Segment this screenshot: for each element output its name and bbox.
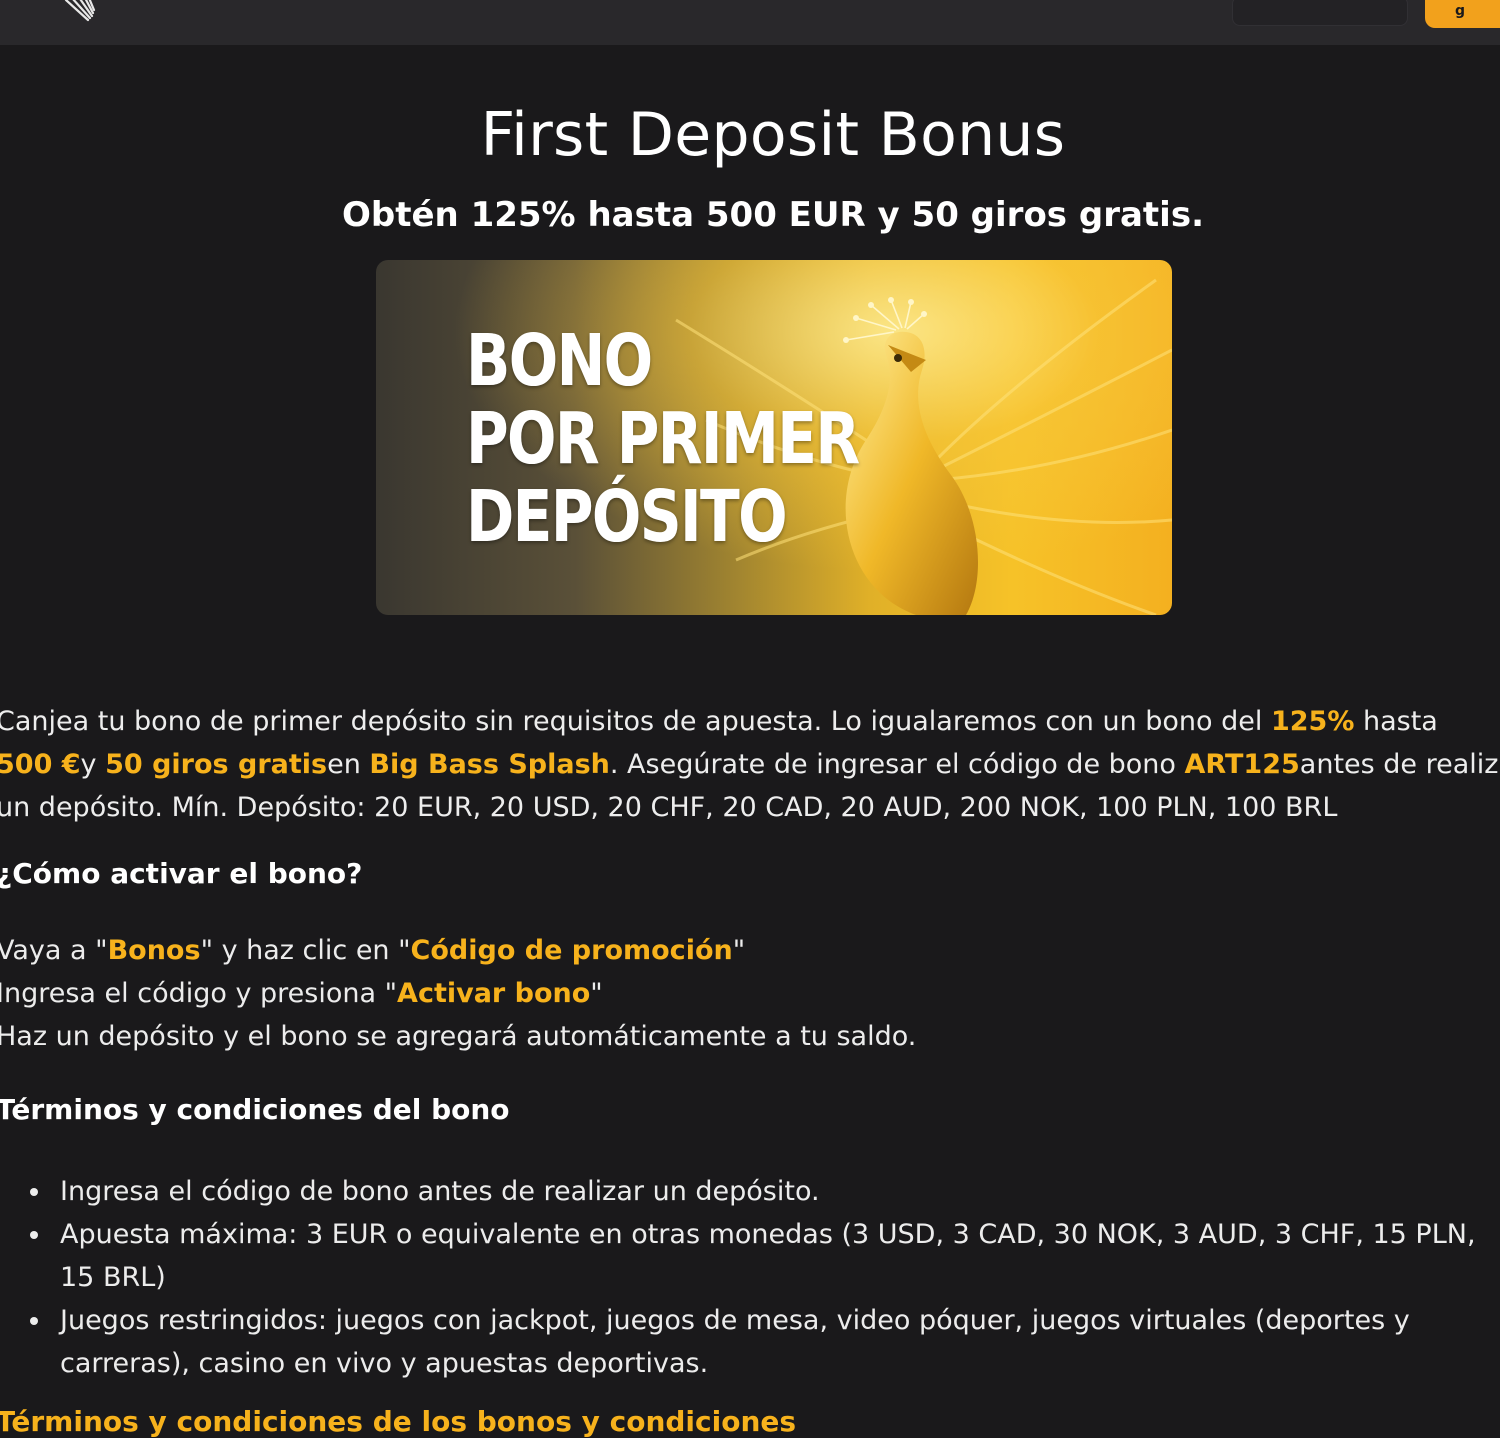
header-register-label: g xyxy=(1454,3,1466,19)
terms-item: Juegos restringidos: juegos con jackpot,… xyxy=(30,1299,1500,1385)
step-3: Haz un depósito y el bono se agregará au… xyxy=(0,1021,917,1052)
intro-line-3: un depósito. Mín. Depósito: 20 EUR, 20 U… xyxy=(0,792,1338,823)
bonos-link[interactable]: Bonos xyxy=(108,935,201,966)
page-title: First Deposit Bonus xyxy=(480,100,1066,170)
banner-headline: BONO POR PRIMER DEPÓSITO xyxy=(466,319,860,558)
banner-line-1: BONO xyxy=(466,319,653,402)
activation-steps: Vaya a "Bonos" y haz clic en "Código de … xyxy=(0,929,916,1058)
bonus-percent: 125% xyxy=(1270,706,1355,737)
intro-paragraph: Canjea tu bono de primer depósito sin re… xyxy=(0,700,1500,829)
promo-banner: BONO POR PRIMER DEPÓSITO xyxy=(376,260,1172,615)
intro-line-1: Canjea tu bono de primer depósito sin re… xyxy=(0,706,1438,737)
header-register-button[interactable]: g xyxy=(1425,0,1500,28)
terms-item: Apuesta máxima: 3 EUR o equivalente en o… xyxy=(30,1213,1500,1299)
free-spins: 50 giros gratis xyxy=(105,749,328,780)
game-link[interactable]: Big Bass Splash xyxy=(369,749,609,780)
intro-line-2: 500 €y 50 giros gratisen Big Bass Splash… xyxy=(0,743,1500,786)
page-subtitle: Obtén 125% hasta 500 EUR y 50 giros grat… xyxy=(341,195,1204,235)
activate-bonus-link[interactable]: Activar bono xyxy=(397,978,590,1009)
terms-item: Ingresa el código de bono antes de reali… xyxy=(30,1170,1500,1213)
terms-list: Ingresa el código de bono antes de reali… xyxy=(30,1170,1500,1385)
header-search-field[interactable] xyxy=(1232,0,1408,26)
bonus-code: ART125 xyxy=(1184,749,1300,780)
how-to-heading: ¿Cómo activar el bono? xyxy=(0,857,363,890)
bonus-details: Canjea tu bono de primer depósito sin re… xyxy=(0,700,1500,1438)
bonus-amount: 500 € xyxy=(0,749,81,780)
step-1: Vaya a "Bonos" y haz clic en "Código de … xyxy=(0,935,746,966)
full-terms-link[interactable]: Términos y condiciones de los bonos y co… xyxy=(0,1405,796,1438)
logo-icon[interactable] xyxy=(58,0,98,24)
terms-heading: Términos y condiciones del bono xyxy=(0,1093,510,1126)
promo-code-link[interactable]: Código de promoción xyxy=(411,935,733,966)
banner-line-2: POR PRIMER xyxy=(466,397,860,480)
top-navigation-bar: g xyxy=(0,0,1500,45)
banner-line-3: DEPÓSITO xyxy=(466,475,788,558)
step-2: Ingresa el código y presiona "Activar bo… xyxy=(0,978,603,1009)
